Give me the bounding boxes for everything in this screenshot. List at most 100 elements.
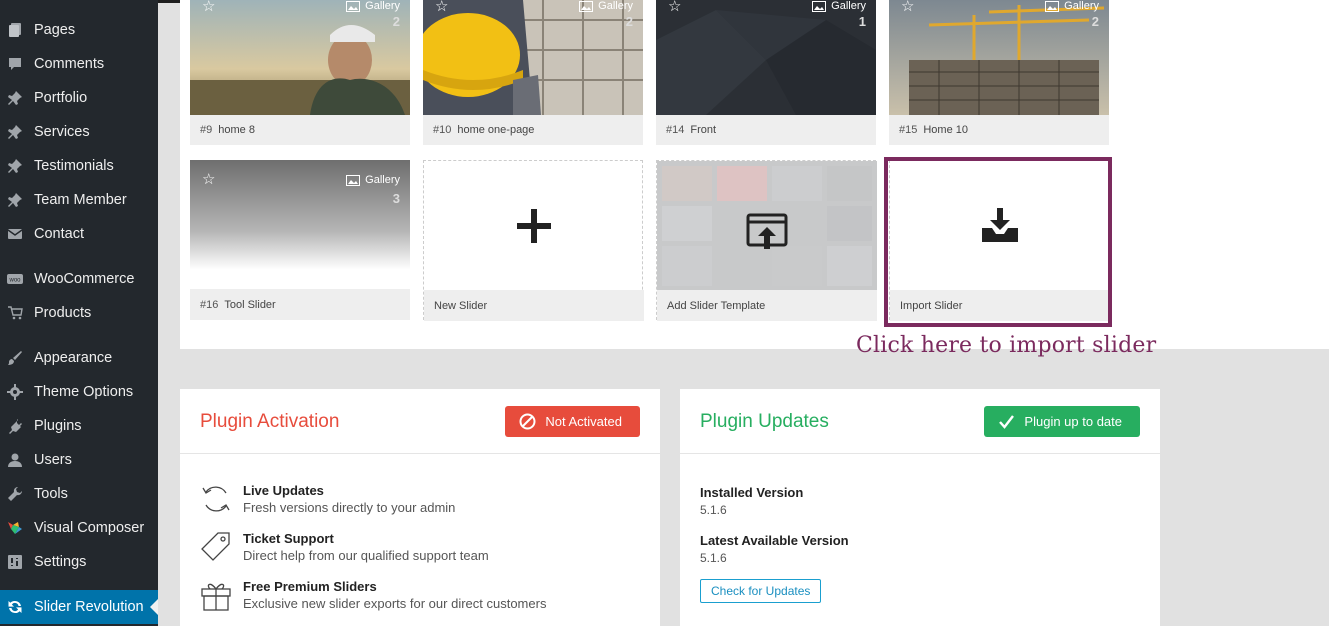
slider-tile-home-10[interactable]: ☆ Gallery 2 #15 Home 10 (889, 0, 1109, 145)
installed-version: Installed Version 5.1.6 (700, 485, 803, 517)
sidebar-item-label: Portfolio (34, 90, 88, 106)
favorite-star-icon[interactable]: ☆ (668, 0, 681, 15)
slider-name: home one-page (457, 124, 535, 136)
sidebar-item-label: Services (34, 124, 90, 140)
slider-id: #10 (433, 124, 452, 136)
gallery-badge: Gallery (1045, 0, 1099, 12)
brush-icon (7, 350, 23, 366)
checkmark-icon (999, 415, 1015, 429)
comments-icon (7, 56, 23, 72)
add-slider-template-button[interactable]: Add Slider Template (656, 160, 877, 321)
slider-id: #14 (666, 124, 685, 136)
feature-desc: Exclusive new slider exports for our dir… (243, 596, 547, 611)
sidebar-item-label: Testimonials (34, 158, 114, 174)
image-icon (346, 174, 361, 186)
favorite-star-icon[interactable]: ☆ (202, 0, 215, 15)
feature-title: Live Updates (243, 483, 324, 498)
feature-desc: Direct help from our qualified support t… (243, 548, 489, 563)
sidebar-item-label: Plugins (34, 418, 82, 434)
sidebar-item-tools[interactable]: Tools (0, 477, 158, 511)
sidebar-item-label: Theme Options (34, 384, 134, 400)
slider-tile-footer: #14 Front (656, 115, 876, 145)
slider-id: #16 (200, 298, 219, 311)
sidebar-item-pages[interactable]: Pages (0, 13, 158, 47)
favorite-star-icon[interactable]: ☆ (202, 170, 215, 188)
new-slider-label: New Slider (434, 300, 488, 312)
plugin-up-to-date-button[interactable]: Plugin up to date (984, 406, 1140, 437)
new-slider-footer: New Slider (424, 290, 644, 321)
sidebar-item-appearance[interactable]: Appearance (0, 341, 158, 375)
vc-icon (7, 520, 23, 536)
sidebar-item-label: Contact (34, 226, 84, 242)
sidebar-item-label: Slider Revolution (34, 599, 144, 615)
sidebar-item-testimonials[interactable]: Testimonials (0, 149, 158, 183)
refresh-icon (7, 599, 23, 615)
slider-tile-tool-slider[interactable]: ☆ Gallery 3 #16 Tool Slider (190, 160, 410, 320)
sidebar-item-team-member[interactable]: Team Member (0, 183, 158, 217)
gallery-badge: Gallery (579, 0, 633, 12)
pin-icon (7, 158, 23, 174)
sidebar-item-label: WooCommerce (34, 271, 135, 287)
sidebar-item-services[interactable]: Services (0, 115, 158, 149)
slider-tile-home-one-page[interactable]: ☆ Gallery 2 #10 home one-page (423, 0, 643, 145)
gallery-label: Gallery (598, 0, 633, 12)
image-icon (346, 0, 361, 12)
sidebar-item-label: Appearance (34, 350, 113, 366)
pin-icon (7, 192, 23, 208)
panel-header: Plugin Activation Not Activated (180, 389, 660, 454)
slider-tile-footer: #10 home one-page (423, 115, 643, 145)
slider-tile-home-8[interactable]: ☆ Gallery 2 #9 home 8 (190, 0, 410, 145)
sidebar-item-woocommerce[interactable]: woo WooCommerce (0, 262, 158, 296)
ban-icon (519, 413, 536, 430)
new-slider-button[interactable]: New Slider (423, 160, 644, 321)
gallery-badge: Gallery (346, 0, 400, 12)
slider-name: home 8 (218, 124, 255, 136)
gallery-label: Gallery (1064, 0, 1099, 12)
feature-live-updates: Live Updates Fresh versions directly to … (200, 483, 640, 523)
sidebar-item-products[interactable]: Products (0, 296, 158, 330)
pin-icon (7, 124, 23, 140)
sidebar-item-label: Comments (34, 56, 105, 72)
sidebar-item-portfolio[interactable]: Portfolio (0, 81, 158, 115)
sidebar-item-users[interactable]: Users (0, 443, 158, 477)
latest-version-value: 5.1.6 (700, 551, 727, 565)
slider-name: Front (690, 124, 717, 136)
slider-tile-front[interactable]: ☆ Gallery 1 #14 Front (656, 0, 876, 145)
sidebar-item-settings[interactable]: Settings (0, 545, 158, 579)
slide-count: 1 (858, 14, 866, 29)
check-for-updates-button[interactable]: Check for Updates (700, 579, 822, 603)
button-label: Not Activated (545, 414, 622, 429)
woo-icon: woo (7, 271, 23, 287)
sidebar-item-comments[interactable]: Comments (0, 47, 158, 81)
slider-id: #9 (200, 124, 213, 136)
template-footer: Add Slider Template (657, 290, 877, 321)
template-upload-icon (746, 213, 788, 249)
panel-title: Plugin Activation (200, 411, 340, 432)
image-icon (1045, 0, 1060, 12)
gallery-label: Gallery (365, 174, 400, 186)
feature-free-premium-sliders: Free Premium Sliders Exclusive new slide… (200, 579, 640, 619)
not-activated-button[interactable]: Not Activated (505, 406, 640, 437)
slider-name: Tool Slider (224, 298, 276, 311)
gift-icon (201, 583, 231, 611)
slide-count: 2 (392, 14, 400, 29)
user-icon (7, 452, 23, 468)
sidebar-item-contact[interactable]: Contact (0, 217, 158, 251)
new-slider-area (424, 161, 644, 290)
template-thumbnail (657, 161, 877, 290)
sidebar-item-slider-revolution[interactable]: Slider Revolution (0, 590, 158, 624)
favorite-star-icon[interactable]: ☆ (435, 0, 448, 15)
sidebar-item-label: Tools (34, 486, 68, 502)
plus-icon (517, 208, 551, 243)
sidebar-item-theme-options[interactable]: Theme Options (0, 375, 158, 409)
import-highlight-frame (884, 157, 1112, 327)
button-label: Plugin up to date (1024, 414, 1122, 429)
mail-icon (7, 226, 23, 242)
sidebar-item-label: Team Member (34, 192, 127, 208)
active-indicator (150, 599, 158, 615)
slider-id: #15 (899, 124, 918, 136)
sidebar-item-visual-composer[interactable]: Visual Composer (0, 511, 158, 545)
sidebar-item-plugins[interactable]: Plugins (0, 409, 158, 443)
partial-menu-icon (7, 0, 23, 4)
favorite-star-icon[interactable]: ☆ (901, 0, 914, 15)
